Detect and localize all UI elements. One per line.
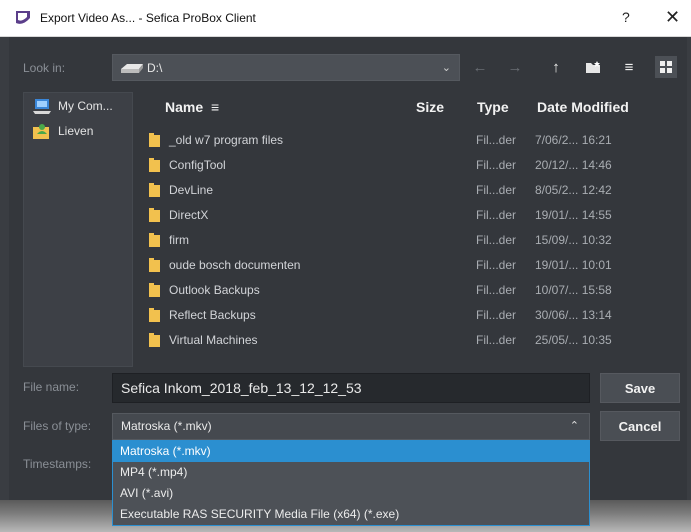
column-header-date[interactable]: Date Modified [537,99,629,115]
table-row[interactable]: ConfigTool Fil...der 20/12/... 14:46 [139,152,687,177]
table-row[interactable]: DevLine Fil...der 8/05/2... 12:42 [139,177,687,202]
folder-icon [149,133,160,147]
file-name: ConfigTool [169,158,226,172]
table-row[interactable]: DirectX Fil...der 19/01/... 14:55 [139,202,687,227]
cancel-button[interactable]: Cancel [600,411,680,441]
filetype-label: Files of type: [23,419,92,433]
new-folder-icon [586,61,600,73]
file-type: Fil...der [476,333,517,347]
close-button[interactable]: ✕ [665,7,680,28]
folder-icon [149,233,160,247]
filename-label: File name: [23,380,80,394]
filetype-value: Matroska (*.mkv) [121,419,212,433]
column-header-name[interactable]: Name ≡ [165,99,219,115]
lookin-label: Look in: [23,61,66,75]
table-row[interactable]: Reflect Backups Fil...der 30/06/... 13:14 [139,302,687,327]
sidebar-item-lieven[interactable]: Lieven [32,122,93,140]
dropdown-option-mkv[interactable]: Matroska (*.mkv) [113,441,589,462]
dropdown-option-mp4[interactable]: MP4 (*.mp4) [113,462,589,483]
chevron-down-icon[interactable]: ⌄ [442,61,451,74]
file-type: Fil...der [476,308,517,322]
chevron-up-icon: ⌃ [569,420,579,432]
timestamps-label: Timestamps: [23,457,92,471]
sidebar-item-label: Lieven [58,124,94,138]
app-logo-icon [14,9,32,27]
folder-icon [149,283,160,297]
back-button[interactable]: ← [469,56,491,78]
lookin-value: D:\ [147,60,163,75]
dropdown-option-exe[interactable]: Executable RAS SECURITY Media File (x64)… [113,504,589,525]
table-row[interactable]: oude bosch documenten Fil...der 19/01/... … [139,252,687,277]
file-list: Name ≡ Size Type Date Modified _old w7 p… [139,92,687,367]
file-date: 30/06/... 13:14 [535,308,612,322]
table-row[interactable]: Virtual Machines Fil...der 25/05/... 10:35 [139,327,687,352]
computer-icon [33,99,51,114]
file-type: Fil...der [476,233,517,247]
user-folder-icon [33,124,49,139]
file-name: firm [169,233,189,247]
filename-input[interactable]: Sefica Inkom_2018_feb_13_12_12_53 [112,373,590,403]
file-date: 25/05/... 10:35 [535,333,612,347]
save-button[interactable]: Save [600,373,680,403]
filetype-dropdown-list: Matroska (*.mkv) MP4 (*.mp4) AVI (*.avi)… [112,440,590,526]
filetype-select[interactable]: Matroska (*.mkv) ⌃ [112,413,590,440]
lookin-combo[interactable]: D:\ ⌄ [112,54,460,81]
file-date: 15/09/... 10:32 [535,233,612,247]
file-type: Fil...der [476,133,517,147]
dropdown-option-avi[interactable]: AVI (*.avi) [113,483,589,504]
file-name: Outlook Backups [169,283,260,297]
places-sidebar: My Com... Lieven [23,92,133,367]
up-folder-button[interactable]: ↑ [545,56,567,78]
folder-icon [149,158,160,172]
folder-icon [149,308,160,322]
file-type: Fil...der [476,258,517,272]
detail-view-button[interactable] [655,56,677,78]
file-name: oude bosch documenten [169,258,301,272]
file-type: Fil...der [476,183,517,197]
sidebar-item-my-computer[interactable]: My Com... [32,97,113,115]
file-name: Reflect Backups [169,308,256,322]
folder-icon [149,333,160,347]
drive-icon [121,63,143,73]
file-date: 7/06/2... 16:21 [535,133,612,147]
grid-view-icon [660,61,672,73]
folder-icon [149,208,160,222]
column-header-size[interactable]: Size [416,99,444,115]
table-row[interactable]: Outlook Backups Fil...der 10/07/... 15:58 [139,277,687,302]
sort-icon: ≡ [211,99,220,115]
help-button[interactable]: ? [622,9,630,25]
file-date: 20/12/... 14:46 [535,158,612,172]
file-date: 19/01/... 10:01 [535,258,612,272]
list-view-button[interactable]: ≡ [618,56,640,78]
file-type: Fil...der [476,283,517,297]
file-name: Virtual Machines [169,333,258,347]
table-row[interactable]: firm Fil...der 15/09/... 10:32 [139,227,687,252]
file-type: Fil...der [476,158,517,172]
folder-icon [149,258,160,272]
file-date: 19/01/... 14:55 [535,208,612,222]
table-row[interactable]: _old w7 program files Fil...der 7/06/2... … [139,127,687,152]
folder-icon [149,183,160,197]
file-date: 10/07/... 15:58 [535,283,612,297]
file-date: 8/05/2... 12:42 [535,183,612,197]
window-title: Export Video As... - Sefica ProBox Clien… [40,11,256,25]
new-folder-button[interactable] [583,56,605,78]
file-name: DirectX [169,208,209,222]
export-dialog: Look in: D:\ ⌄ ← → ↑ ≡ My Com... Lieven … [9,37,687,500]
column-header-type[interactable]: Type [477,99,509,115]
forward-button[interactable]: → [504,56,526,78]
file-name: DevLine [169,183,214,197]
sidebar-item-label: My Com... [58,99,113,113]
title-bar: Export Video As... - Sefica ProBox Clien… [0,0,691,37]
file-name: _old w7 program files [169,133,284,147]
file-type: Fil...der [476,208,517,222]
